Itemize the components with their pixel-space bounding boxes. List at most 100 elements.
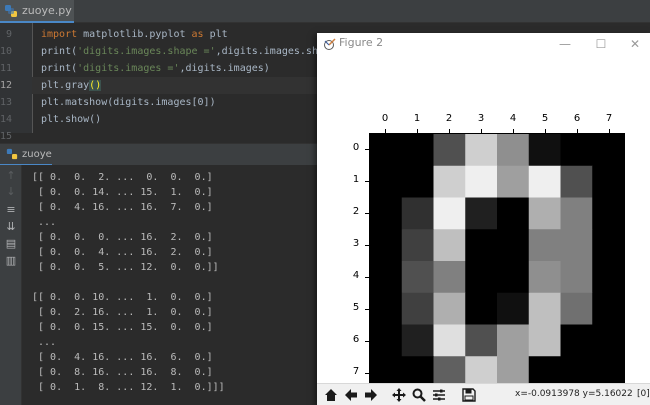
heatmap-cell	[560, 292, 593, 325]
heatmap-cell	[433, 229, 466, 262]
y-tick-mark	[365, 213, 369, 214]
code-token: plt	[209, 29, 228, 40]
heatmap-cell	[528, 197, 561, 230]
clear-icon[interactable]: ▥	[3, 252, 19, 268]
code-line: plt.show()	[41, 111, 101, 128]
y-tick-mark	[365, 149, 369, 150]
console-line: [ 0. 4. 16. ... 16. 7. 0.]	[32, 202, 213, 213]
x-tick-mark	[609, 129, 610, 133]
configure-subplots-icon[interactable]	[431, 387, 447, 403]
code-token: ()	[89, 80, 102, 91]
heatmap-cell	[465, 324, 498, 357]
y-tick-label: 1	[352, 174, 360, 185]
heatmap-cell	[592, 197, 624, 230]
x-tick-mark	[385, 129, 386, 133]
heatmap-cell	[592, 324, 624, 357]
y-tick-label: 2	[352, 206, 360, 217]
run-toolbar: ↑ ↓ ≡ ⇊ ▤ ▥	[0, 165, 22, 405]
heatmap-cell	[433, 165, 466, 198]
code-token: 'digits.images.shape ='	[77, 46, 216, 57]
heatmap-cell	[370, 134, 403, 167]
heatmap-cell	[560, 229, 593, 262]
matplotlib-icon	[324, 38, 336, 50]
run-tab-zuoye[interactable]: zuoye	[0, 144, 52, 166]
console-line: [ 0. 2. 16. ... 1. 0. 0.]	[32, 307, 213, 318]
heatmap-cell	[592, 261, 624, 294]
heatmap-cell	[433, 134, 466, 167]
code-token: 'digits.images ='	[77, 63, 180, 74]
home-icon[interactable]	[323, 387, 339, 403]
heatmap-cell	[465, 292, 498, 325]
digit-image-heatmap[interactable]	[369, 133, 625, 389]
code-token: print(	[41, 63, 78, 74]
heatmap-cell	[401, 292, 434, 325]
code-token: plt.show()	[41, 114, 102, 125]
heatmap-cell	[497, 229, 530, 262]
heatmap-cell	[465, 197, 498, 230]
console-line: [ 0. 1. 8. ... 12. 1. 0.]]]	[32, 382, 225, 393]
x-tick-label: 7	[605, 113, 613, 124]
forward-icon[interactable]	[363, 387, 379, 403]
line-number: 13	[0, 97, 12, 108]
figure-titlebar[interactable]: Figure 2 — ☐ ✕	[317, 33, 650, 55]
y-tick-label: 6	[352, 334, 360, 345]
heatmap-cell	[560, 134, 593, 167]
heatmap-cell	[433, 261, 466, 294]
heatmap-cell	[465, 134, 498, 167]
heatmap-cell	[433, 197, 466, 230]
heatmap-cell	[560, 197, 593, 230]
x-tick-label: 0	[381, 113, 389, 124]
y-tick-label: 4	[352, 270, 360, 281]
x-tick-mark	[481, 129, 482, 133]
heatmap-cell	[370, 261, 403, 294]
figure-window: Figure 2 — ☐ ✕ 0123456701234567 x=-0.091…	[317, 33, 650, 405]
save-icon[interactable]	[461, 387, 477, 403]
print-icon[interactable]: ▤	[3, 235, 19, 251]
console-line: [[ 0. 0. 10. ... 1. 0. 0.]	[32, 292, 213, 303]
x-tick-mark	[545, 129, 546, 133]
heatmap-cell	[465, 165, 498, 198]
close-button[interactable]: ✕	[627, 36, 643, 52]
back-icon[interactable]	[343, 387, 359, 403]
code-token: matplotlib.pyplot	[83, 29, 192, 40]
code-line: print('digits.images =',digits.images)	[41, 60, 270, 77]
code-token: plt.gray	[41, 80, 90, 91]
pan-icon[interactable]	[391, 387, 407, 403]
scroll-to-end-icon[interactable]: ⇊	[3, 218, 19, 234]
heatmap-cell	[465, 261, 498, 294]
console-line: [[ 0. 0. 2. ... 0. 0. 0.]	[32, 172, 213, 183]
heatmap-cell	[497, 324, 530, 357]
figure-canvas[interactable]: 0 1 2 3 4 5 6 7 0 1 2 3 4 5 6 7	[317, 55, 650, 389]
heatmap-cell	[401, 134, 434, 167]
line-number: 10	[0, 46, 12, 57]
zoom-icon[interactable]	[411, 387, 427, 403]
pixel-value-readout: [0]	[637, 389, 650, 399]
heatmap-cell	[401, 229, 434, 262]
heatmap-cell	[528, 292, 561, 325]
x-tick-label: 3	[477, 113, 485, 124]
code-token: ,digits.images)	[179, 63, 270, 74]
code-line: plt.matshow(digits.images[0])	[41, 94, 216, 111]
stop-icon[interactable]: ↓	[3, 183, 19, 199]
console-line: [ 0. 0. 14. ... 15. 1. 0.]	[32, 187, 213, 198]
figure-title: Figure 2	[339, 36, 384, 49]
console-line: [ 0. 0. 4. ... 16. 2. 0.]	[32, 247, 213, 258]
heatmap-cell	[433, 324, 466, 357]
editor-tab-zuoye-py[interactable]: zuoye.py	[0, 0, 74, 23]
maximize-button[interactable]: ☐	[593, 36, 609, 52]
console-line: [ 0. 4. 16. ... 16. 6. 0.]	[32, 352, 213, 363]
heatmap-cell	[370, 292, 403, 325]
editor-tab-bar: zuoye.py	[0, 0, 650, 23]
heatmap-cell	[592, 165, 624, 198]
minimize-button[interactable]: —	[557, 36, 573, 52]
y-tick-mark	[365, 309, 369, 310]
code-token: import	[41, 29, 84, 40]
y-tick-label: 5	[352, 302, 360, 313]
heatmap-cell	[401, 324, 434, 357]
console-line: [ 0. 0. 5. ... 12. 0. 0.]]	[32, 262, 219, 273]
soft-wrap-icon[interactable]: ≡	[3, 201, 19, 217]
rerun-icon[interactable]: ↑	[3, 167, 19, 183]
heatmap-cell	[592, 134, 624, 167]
y-tick-mark	[365, 277, 369, 278]
python-run-icon	[6, 148, 18, 160]
